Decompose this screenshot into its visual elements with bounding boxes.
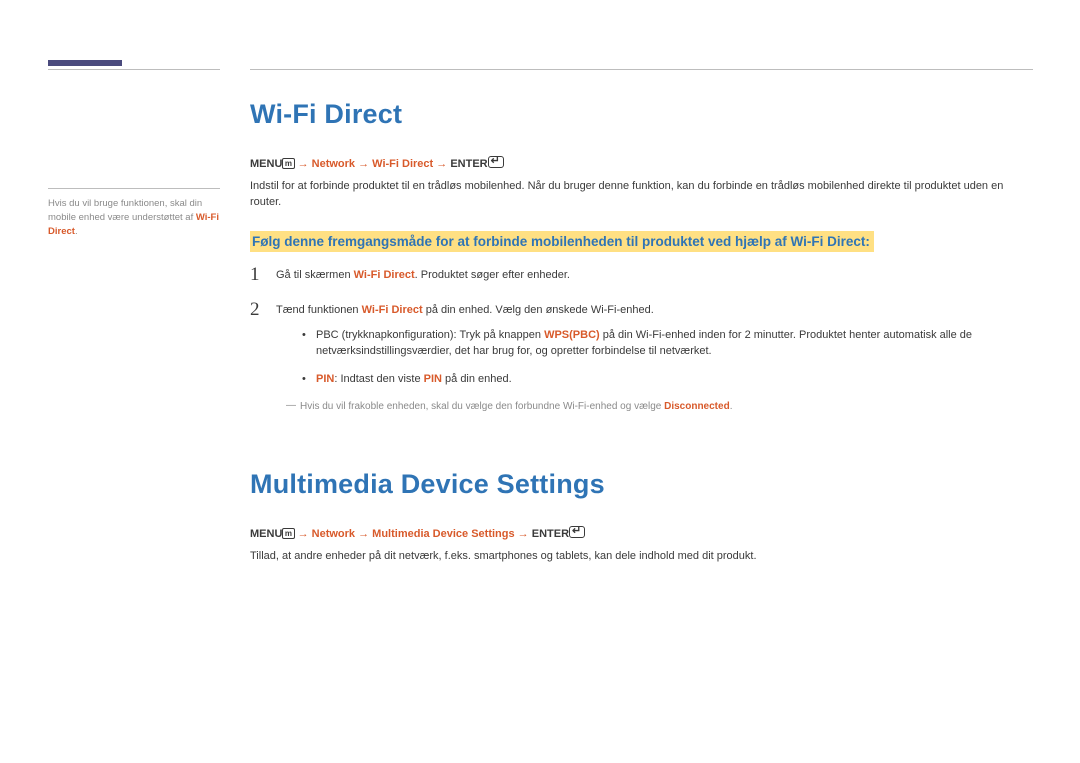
nav-arrow: → [515,528,532,540]
footnote-pre: Hvis du vil frakoble enheden, skal du væ… [300,401,664,412]
footnote-hl: Disconnected [664,401,730,412]
nav-network: Network [312,158,355,170]
section-title-multimedia: Multimedia Device Settings [250,465,1033,504]
sidebar-note: Hvis du vil bruge funktionen, skal din m… [48,188,220,238]
nav-arrow: → [298,158,312,170]
sidebar-note-text-pre: Hvis du vil bruge funktionen, skal din m… [48,198,202,223]
step-1-pre: Gå til skærmen [276,269,354,281]
main-content: Wi-Fi Direct MENUm → Network → Wi-Fi Dir… [250,95,1033,585]
header-rule-left [48,69,220,70]
step-2-pre: Tænd funktionen [276,304,362,316]
nav-wifidirect: Wi-Fi Direct [372,158,433,170]
nav-enter-label: ENTER [532,528,569,540]
step-1-text: Gå til skærmen Wi-Fi Direct. Produktet s… [276,265,1033,284]
menu-icon: m [282,528,294,539]
sidebar-rule [48,188,220,189]
nav-arrow: → [355,158,372,170]
step-1-hl: Wi-Fi Direct [354,269,415,281]
enter-icon [488,156,504,168]
section-title-wifi-direct: Wi-Fi Direct [250,95,1033,134]
chapter-tab-marker [48,60,122,66]
nav-enter-label: ENTER [450,158,487,170]
step-1: 1 Gå til skærmen Wi-Fi Direct. Produktet… [250,265,1033,284]
nav-path-wifi-direct: MENUm → Network → Wi-Fi Direct → ENTER [250,156,1033,173]
page: Hvis du vil bruge funktionen, skal din m… [0,0,1080,763]
step-2-post: på din enhed. Vælg den ønskede Wi-Fi-enh… [423,304,654,316]
footnote-post: . [730,401,733,412]
sub-pin-hl1: PIN [316,373,334,385]
sub-pin: PIN: Indtast den viste PIN på din enhed. [300,372,1033,388]
enter-icon [569,526,585,538]
nav-network: Network [312,528,355,540]
sub-pin-hl2: PIN [424,373,442,385]
sub-pin-mid: : Indtast den viste [334,373,423,385]
nav-mmds: Multimedia Device Settings [372,528,514,540]
multimedia-body: Tillad, at andre enheder på dit netværk,… [250,549,1033,565]
section-multimedia: Multimedia Device Settings MENUm → Netwo… [250,465,1033,565]
callout-text: Følg denne fremgangsmåde for at forbinde… [250,231,874,252]
step-2-sublist: PBC (trykknapkonfiguration): Tryk på kna… [300,328,1033,388]
footnote-disconnect: Hvis du vil frakoble enheden, skal du væ… [286,400,1033,415]
step-2-number: 2 [250,300,276,415]
sidebar-note-text-post: . [75,226,78,237]
intro-text: Indstil for at forbinde produktet til en… [250,179,1033,211]
nav-menu-label: MENU [250,528,282,540]
step-1-post: . Produktet søger efter enheder. [415,269,570,281]
sub-pbc-hl: WPS(PBC) [544,329,600,341]
nav-arrow: → [355,528,372,540]
nav-arrow: → [433,158,450,170]
sub-pbc: PBC (trykknapkonfiguration): Tryk på kna… [300,328,1033,360]
nav-menu-label: MENU [250,158,282,170]
step-2-text: Tænd funktionen Wi-Fi Direct på din enhe… [276,300,1033,415]
step-2: 2 Tænd funktionen Wi-Fi Direct på din en… [250,300,1033,415]
menu-icon: m [282,158,294,169]
sub-pin-post: på din enhed. [442,373,512,385]
step-1-number: 1 [250,265,276,284]
callout-row: Følg denne fremgangsmåde for at forbinde… [250,231,1033,253]
header-rule-right [250,69,1033,70]
nav-arrow: → [298,528,312,540]
nav-path-multimedia: MENUm → Network → Multimedia Device Sett… [250,526,1033,543]
step-2-hl: Wi-Fi Direct [362,304,423,316]
sub-pbc-pre: PBC (trykknapkonfiguration): Tryk på kna… [316,329,544,341]
